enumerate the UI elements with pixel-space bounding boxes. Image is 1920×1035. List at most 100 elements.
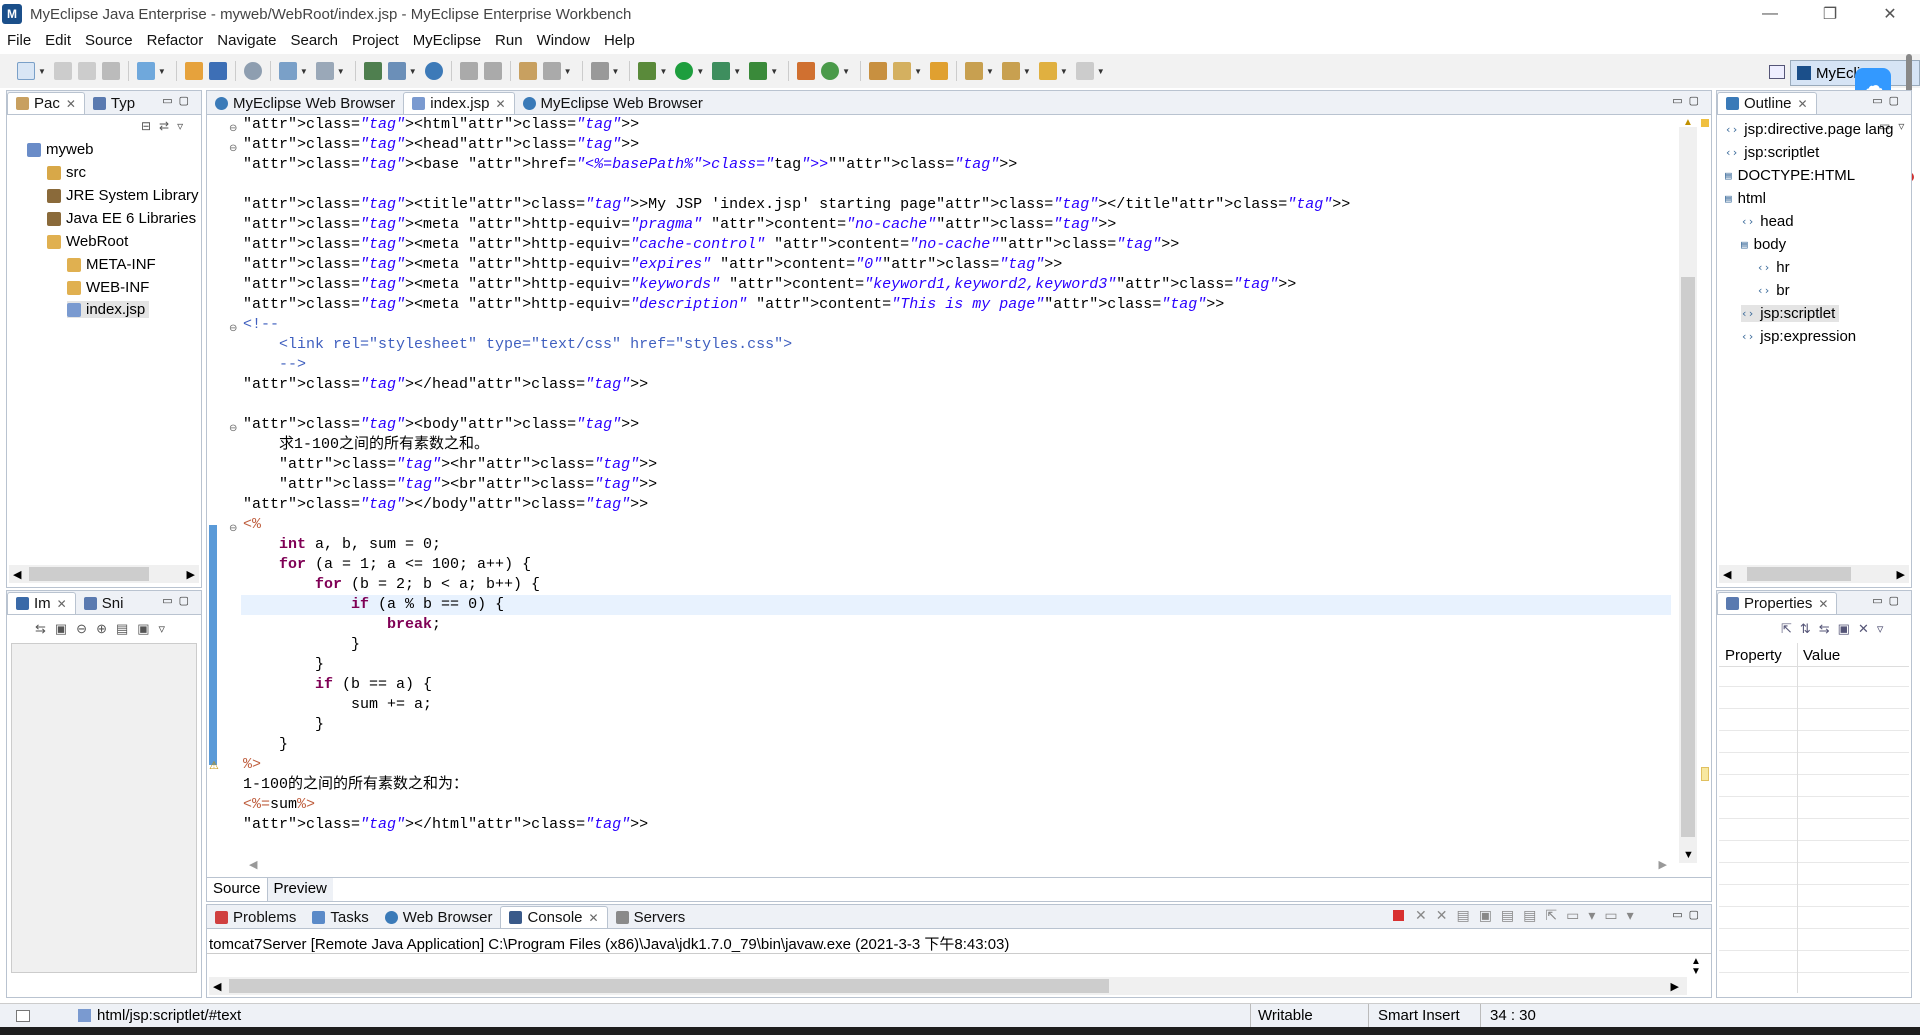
tab-web-browser-2[interactable]: MyEclipse Web Browser xyxy=(515,92,711,114)
code-line[interactable]: "attr">class="tag"><br"attr">class="tag"… xyxy=(243,475,657,495)
code-line[interactable]: "attr">class="tag"><meta "attr">http-equ… xyxy=(243,235,1179,255)
close-icon[interactable]: ✕ xyxy=(589,911,599,925)
code-line[interactable]: } xyxy=(243,715,324,735)
tree-item-myweb[interactable]: myweb xyxy=(27,141,94,158)
next-annotation-icon[interactable] xyxy=(964,62,983,80)
code-line[interactable]: "attr">class="tag"><meta "attr">http-equ… xyxy=(243,215,1116,235)
menu-refactor[interactable]: Refactor xyxy=(140,32,211,49)
overview-ruler-mark[interactable] xyxy=(1701,119,1709,127)
menu-navigate[interactable]: Navigate xyxy=(210,32,283,49)
tree-item-webroot[interactable]: WebRoot xyxy=(47,233,128,250)
code-line[interactable]: "attr">class="tag"><base "attr">href="<%… xyxy=(243,155,1017,175)
code-line[interactable]: sum += a; xyxy=(243,695,432,715)
view-minmax-icons[interactable]: ▭▢ xyxy=(162,594,195,607)
fold-marker-scriptlet[interactable]: ⊖ xyxy=(229,519,237,539)
close-icon[interactable]: ✕ xyxy=(495,97,505,111)
menu-source[interactable]: Source xyxy=(78,32,140,49)
tab-outline[interactable]: Outline ✕ xyxy=(1717,92,1817,114)
scroll-left-icon[interactable]: ◀ xyxy=(249,858,257,871)
scroll-right-icon[interactable]: ▶ xyxy=(1659,858,1667,871)
back-history-icon[interactable] xyxy=(459,62,478,80)
code-line[interactable]: if (b == a) { xyxy=(243,675,432,695)
jsp-icon[interactable] xyxy=(387,62,406,80)
menu-search[interactable]: Search xyxy=(283,32,345,49)
code-line[interactable]: if (a % b == 0) { xyxy=(243,595,504,615)
menu-project[interactable]: Project xyxy=(345,32,406,49)
code-line[interactable]: "attr">class="tag"><meta "attr">http-equ… xyxy=(243,255,1062,275)
code-line[interactable]: "attr">class="tag"><head"attr">class="ta… xyxy=(243,135,639,155)
open-perspective-icon[interactable] xyxy=(1762,60,1792,84)
back-icon[interactable] xyxy=(1038,62,1057,80)
scroll-right-icon[interactable]: ▶ xyxy=(187,568,195,581)
jsp-dropdown-icon[interactable]: ▼ xyxy=(409,67,417,76)
tab-index-jsp[interactable]: index.jsp ✕ xyxy=(403,92,515,114)
new-dropdown-icon[interactable]: ▼ xyxy=(38,67,46,76)
prev-annotation-icon[interactable] xyxy=(1001,62,1020,80)
back-dropdown-icon[interactable]: ▼ xyxy=(1060,67,1068,76)
external-tools-icon[interactable] xyxy=(749,62,768,80)
console-vscroll-icons[interactable]: ▲ ▼ xyxy=(1691,957,1701,977)
image-toolbar-icons[interactable]: ⇆▣⊖⊕▤▣▿ xyxy=(35,621,174,637)
menu-edit[interactable]: Edit xyxy=(38,32,78,49)
code-line[interactable]: <%=sum%> xyxy=(243,795,315,815)
fold-marker-body[interactable]: ⊖ xyxy=(229,419,237,439)
monitor-dropdown-icon[interactable]: ▼ xyxy=(612,67,620,76)
package-explorer-hscrollbar[interactable]: ◀ ▶ xyxy=(9,565,199,583)
next-annotation-dropdown-icon[interactable]: ▼ xyxy=(986,67,994,76)
new-project-dropdown-icon[interactable]: ▼ xyxy=(158,67,166,76)
server-icon[interactable] xyxy=(243,62,262,80)
column-header-value[interactable]: Value xyxy=(1803,647,1840,664)
code-line[interactable]: "attr">class="tag"><meta "attr">http-equ… xyxy=(243,295,1224,315)
outline-item[interactable]: ▤ html xyxy=(1725,190,1766,207)
close-icon[interactable]: ✕ xyxy=(57,597,67,611)
tree-item-meta-inf[interactable]: META-INF xyxy=(67,256,156,273)
new-project-icon[interactable] xyxy=(136,62,155,80)
debug-icon[interactable] xyxy=(638,62,657,80)
scroll-left-icon[interactable]: ◀ xyxy=(13,568,21,581)
view-minmax-icons[interactable]: ▭▢ xyxy=(1672,908,1705,921)
new-java-project-icon[interactable] xyxy=(797,62,816,80)
close-button[interactable]: ✕ xyxy=(1860,0,1920,28)
scroll-left-icon[interactable]: ◀ xyxy=(1723,568,1731,581)
menu-file[interactable]: File xyxy=(0,32,38,49)
editor-vscrollbar[interactable]: ▼ xyxy=(1679,127,1697,863)
code-line[interactable]: for (b = 2; b < a; b++) { xyxy=(243,575,540,595)
code-line[interactable]: "attr">class="tag"><html"attr">class="ta… xyxy=(243,115,639,135)
tree-item-index-jsp[interactable]: index.jsp xyxy=(67,301,150,318)
code-line[interactable]: "attr">class="tag"><meta "attr">http-equ… xyxy=(243,275,1296,295)
tab-preview[interactable]: Preview xyxy=(267,878,333,901)
tree-item-jre-library[interactable]: JRE System Library xyxy=(47,187,199,204)
scroll-thumb[interactable] xyxy=(229,979,1109,993)
deploy-icon[interactable] xyxy=(278,62,297,80)
scroll-thumb[interactable] xyxy=(1681,277,1695,837)
close-icon[interactable]: ✕ xyxy=(1798,97,1808,111)
tab-package-explorer[interactable]: Pac ✕ xyxy=(7,92,85,114)
vertical-ruler[interactable]: ⚠ xyxy=(209,117,223,857)
server-run-dropdown-icon[interactable]: ▼ xyxy=(337,67,345,76)
forward-history-icon[interactable] xyxy=(483,62,502,80)
console-output-area[interactable] xyxy=(207,953,1711,973)
overview-ruler-warning-mark[interactable] xyxy=(1701,767,1709,781)
code-line[interactable]: <!-- xyxy=(243,315,279,335)
fold-marker-head[interactable]: ⊖ xyxy=(229,139,237,159)
view-minmax-icons[interactable]: ▭▢ xyxy=(162,94,195,107)
web-service-icon[interactable] xyxy=(542,62,561,80)
tab-console[interactable]: Console ✕ xyxy=(500,906,608,928)
column-divider[interactable] xyxy=(1797,643,1798,993)
code-line[interactable]: <% xyxy=(243,515,261,535)
menu-window[interactable]: Window xyxy=(530,32,597,49)
outline-item[interactable]: ▤ body xyxy=(1741,236,1786,253)
web-project-icon[interactable] xyxy=(363,62,382,80)
forward-dropdown-icon[interactable]: ▼ xyxy=(1097,67,1105,76)
code-line[interactable]: int a, b, sum = 0; xyxy=(243,535,441,555)
scroll-down-icon[interactable]: ▼ xyxy=(1683,849,1694,861)
outline-item[interactable]: ‹› head xyxy=(1741,213,1794,230)
tree-item-javaee-library[interactable]: Java EE 6 Libraries xyxy=(47,210,196,227)
tab-web-browser-1[interactable]: MyEclipse Web Browser xyxy=(207,92,403,114)
open-type-icon[interactable] xyxy=(184,62,203,80)
web-service-dropdown-icon[interactable]: ▼ xyxy=(564,67,572,76)
outline-item[interactable]: ‹› hr xyxy=(1757,259,1790,276)
code-line[interactable]: break; xyxy=(243,615,441,635)
close-icon[interactable]: ✕ xyxy=(1818,597,1828,611)
minimize-button[interactable]: — xyxy=(1740,0,1800,28)
